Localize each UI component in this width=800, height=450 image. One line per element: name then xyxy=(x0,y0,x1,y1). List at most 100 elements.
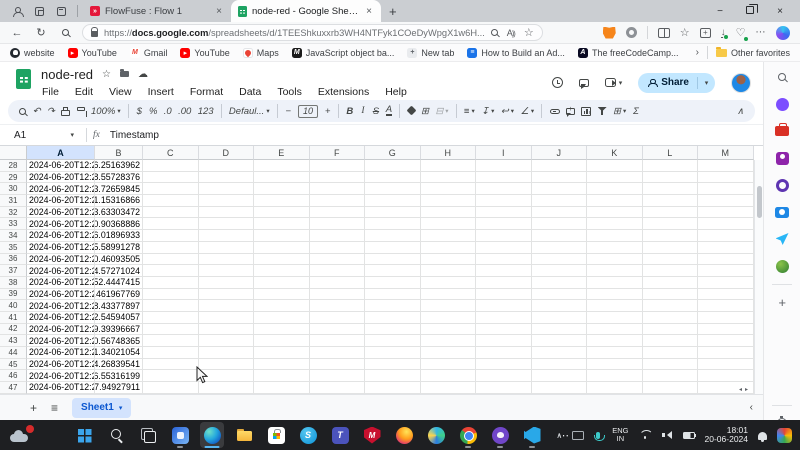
cell-A44[interactable]: 2024-06-20T12:2 xyxy=(27,347,95,359)
menu-help[interactable]: Help xyxy=(384,86,408,98)
taskbar-github-desktop[interactable] xyxy=(488,422,512,448)
cell-L37[interactable] xyxy=(643,265,699,277)
cell-K40[interactable] xyxy=(587,300,643,312)
cell-G38[interactable] xyxy=(365,277,421,289)
cell-E46[interactable] xyxy=(254,370,310,382)
cell-C39[interactable] xyxy=(143,289,199,301)
cell-A28[interactable]: 2024-06-20T12:2 xyxy=(27,160,95,172)
cell-F32[interactable] xyxy=(310,207,366,219)
cell-A33[interactable]: 2024-06-20T12:2 xyxy=(27,218,95,230)
cell-C43[interactable] xyxy=(143,335,199,347)
cell-H44[interactable] xyxy=(421,347,477,359)
cell-M28[interactable] xyxy=(698,160,754,172)
cell-I32[interactable] xyxy=(476,207,532,219)
cell-E31[interactable] xyxy=(254,195,310,207)
share-dropdown[interactable]: ▾ xyxy=(697,77,715,89)
cell-I30[interactable] xyxy=(476,183,532,195)
taskbar-file-explorer[interactable] xyxy=(232,422,256,448)
cell-M45[interactable] xyxy=(698,359,754,371)
microphone-icon[interactable] xyxy=(596,432,600,439)
menu-format[interactable]: Format xyxy=(189,86,224,98)
version-history-icon[interactable] xyxy=(552,77,563,88)
cell-D41[interactable] xyxy=(199,312,255,324)
cell-F36[interactable] xyxy=(310,254,366,266)
cell-J36[interactable] xyxy=(532,254,588,266)
other-favorites-button[interactable]: Other favorites xyxy=(716,48,790,58)
cell-C33[interactable] xyxy=(143,218,199,230)
taskbar-mcafee[interactable]: M xyxy=(360,422,384,448)
cell-B42[interactable]: 59.39396667 xyxy=(95,324,143,336)
cell-L41[interactable] xyxy=(643,312,699,324)
cell-C37[interactable] xyxy=(143,265,199,277)
cell-A34[interactable]: 2024-06-20T12:2 xyxy=(27,230,95,242)
cell-K36[interactable] xyxy=(587,254,643,266)
cell-J43[interactable] xyxy=(532,335,588,347)
cell-J35[interactable] xyxy=(532,242,588,254)
url-field[interactable]: https://docs.google.com/spreadsheets/d/1… xyxy=(82,24,543,41)
search-home-button[interactable] xyxy=(58,27,72,39)
cell-I41[interactable] xyxy=(476,312,532,324)
cell-F31[interactable] xyxy=(310,195,366,207)
cell-E33[interactable] xyxy=(254,218,310,230)
cell-M35[interactable] xyxy=(698,242,754,254)
cell-K29[interactable] xyxy=(587,172,643,184)
cell-C47[interactable] xyxy=(143,382,199,394)
vertical-align-button[interactable]: ↧▾ xyxy=(478,106,498,117)
cell-C46[interactable] xyxy=(143,370,199,382)
cell-L31[interactable] xyxy=(643,195,699,207)
paint-format-button[interactable] xyxy=(73,111,87,112)
cloud-save-status-icon[interactable]: ☁ xyxy=(138,69,148,80)
create-filter-button[interactable] xyxy=(594,107,609,115)
row-header-44[interactable]: 44 xyxy=(0,347,27,359)
profile-icon[interactable] xyxy=(6,2,28,20)
column-header-E[interactable]: E xyxy=(254,146,310,160)
document-title[interactable]: node-red xyxy=(41,67,93,82)
comment-history-icon[interactable] xyxy=(579,79,589,87)
cell-G33[interactable] xyxy=(365,218,421,230)
cell-D40[interactable] xyxy=(199,300,255,312)
cell-C38[interactable] xyxy=(143,277,199,289)
cell-G47[interactable] xyxy=(365,382,421,394)
settings-more-icon[interactable]: ⋯ xyxy=(756,27,767,38)
cell-H29[interactable] xyxy=(421,172,477,184)
row-header-45[interactable]: 45 xyxy=(0,359,27,371)
speaker-icon[interactable] xyxy=(662,431,673,440)
cell-M29[interactable] xyxy=(698,172,754,184)
column-header-C[interactable]: C xyxy=(143,146,199,160)
cell-H33[interactable] xyxy=(421,218,477,230)
cell-M36[interactable] xyxy=(698,254,754,266)
text-color-button[interactable]: A xyxy=(382,106,395,116)
row-header-38[interactable]: 38 xyxy=(0,277,27,289)
sidebar-app-7[interactable] xyxy=(771,257,793,275)
corner-box[interactable] xyxy=(0,146,27,160)
cell-E39[interactable] xyxy=(254,289,310,301)
cell-L30[interactable] xyxy=(643,183,699,195)
cell-I42[interactable] xyxy=(476,324,532,336)
sidebar-search[interactable] xyxy=(771,68,793,86)
cell-M32[interactable] xyxy=(698,207,754,219)
cell-A47[interactable]: 2024-06-20T12:2 xyxy=(27,382,95,394)
cell-F43[interactable] xyxy=(310,335,366,347)
bookmark-newtab[interactable]: +New tab xyxy=(407,48,454,58)
bookmark-fcc[interactable]: AThe freeCodeCamp... xyxy=(578,48,679,58)
cell-K32[interactable] xyxy=(587,207,643,219)
cell-B44[interactable]: 61.34021054 xyxy=(95,347,143,359)
sidebar-add-app[interactable]: + xyxy=(771,294,793,312)
cell-D34[interactable] xyxy=(199,230,255,242)
cell-G31[interactable] xyxy=(365,195,421,207)
bold-button[interactable]: B xyxy=(343,106,356,117)
star-document-icon[interactable]: ☆ xyxy=(102,69,111,80)
cell-D43[interactable] xyxy=(199,335,255,347)
cell-F40[interactable] xyxy=(310,300,366,312)
bookmark-mdn[interactable]: MJavaScript object ba... xyxy=(292,48,395,58)
cell-B37[interactable]: 94.57271024 xyxy=(95,265,143,277)
cell-L46[interactable] xyxy=(643,370,699,382)
cell-H45[interactable] xyxy=(421,359,477,371)
cell-D33[interactable] xyxy=(199,218,255,230)
cell-M31[interactable] xyxy=(698,195,754,207)
cell-I34[interactable] xyxy=(476,230,532,242)
cell-E45[interactable] xyxy=(254,359,310,371)
cell-F30[interactable] xyxy=(310,183,366,195)
browser-essentials-icon[interactable]: ♡ xyxy=(736,26,746,39)
cell-G37[interactable] xyxy=(365,265,421,277)
